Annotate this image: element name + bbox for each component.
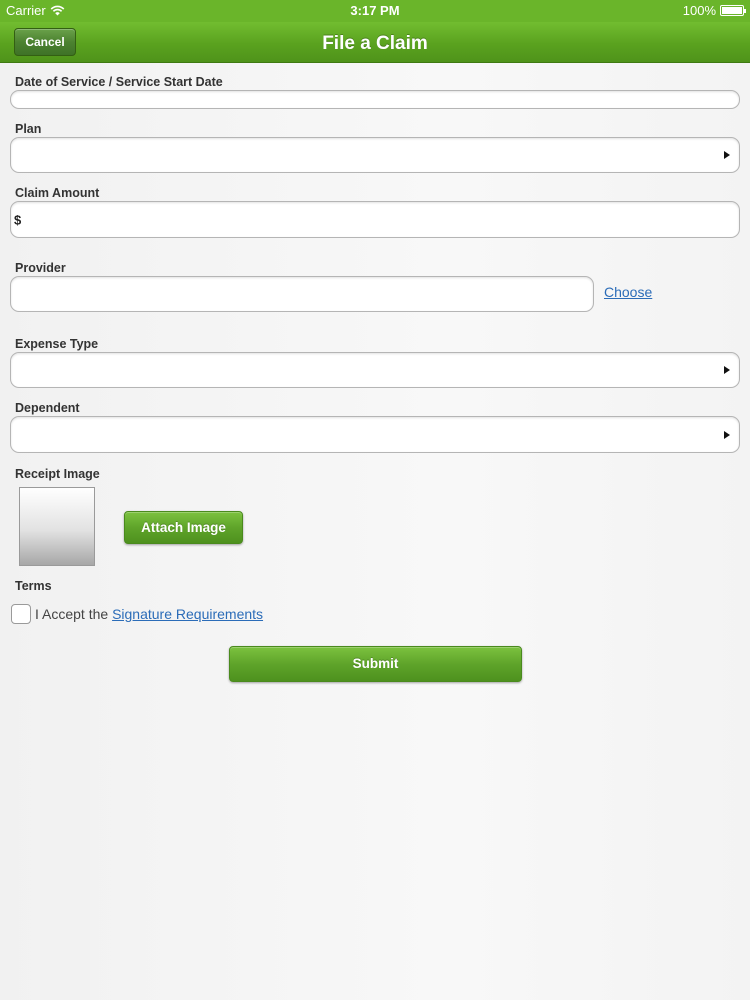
currency-prefix: $: [14, 212, 22, 227]
file-claim-screen: Carrier 3:17 PM 100% File a Claim Cancel…: [0, 0, 750, 1000]
nav-bar: File a Claim Cancel: [0, 22, 750, 63]
provider-choose-link[interactable]: Choose: [604, 284, 652, 300]
battery-percent: 100%: [682, 3, 716, 18]
expense-type-select[interactable]: [10, 352, 740, 388]
terms-accept-text: I Accept the: [35, 606, 109, 622]
battery-level-fill: [722, 7, 742, 14]
dependent-arrow-icon: [724, 430, 730, 439]
attach-image-button[interactable]: Attach Image: [124, 511, 243, 544]
claim-amount-label: Claim Amount: [15, 186, 100, 200]
claim-amount-field[interactable]: $: [10, 201, 740, 238]
dependent-label: Dependent: [15, 401, 80, 415]
expense-type-label: Expense Type: [15, 337, 99, 351]
receipt-image-thumbnail[interactable]: [19, 487, 95, 566]
signature-requirements-link[interactable]: Signature Requirements: [112, 606, 263, 622]
status-time: 3:17 PM: [350, 3, 400, 18]
plan-label: Plan: [15, 122, 42, 136]
page-title: File a Claim: [322, 33, 428, 54]
status-bar: Carrier 3:17 PM 100%: [0, 0, 750, 22]
status-right: 100%: [682, 3, 746, 18]
plan-arrow-icon: [724, 151, 730, 159]
provider-label: Provider: [15, 261, 66, 275]
dependent-select[interactable]: [10, 416, 740, 453]
expense-type-arrow-icon: [724, 366, 730, 374]
cancel-button[interactable]: Cancel: [14, 28, 76, 56]
battery-icon: [720, 5, 746, 16]
submit-button[interactable]: Submit: [229, 646, 522, 682]
plan-select[interactable]: [10, 137, 740, 173]
terms-text: I Accept the Signature Requirements: [35, 606, 263, 622]
terms-label: Terms: [15, 579, 52, 593]
provider-field[interactable]: [10, 276, 594, 312]
receipt-image-label: Receipt Image: [15, 467, 100, 481]
terms-checkbox[interactable]: [11, 604, 31, 624]
date-of-service-label: Date of Service / Service Start Date: [15, 75, 223, 89]
date-of-service-field[interactable]: [10, 90, 740, 109]
